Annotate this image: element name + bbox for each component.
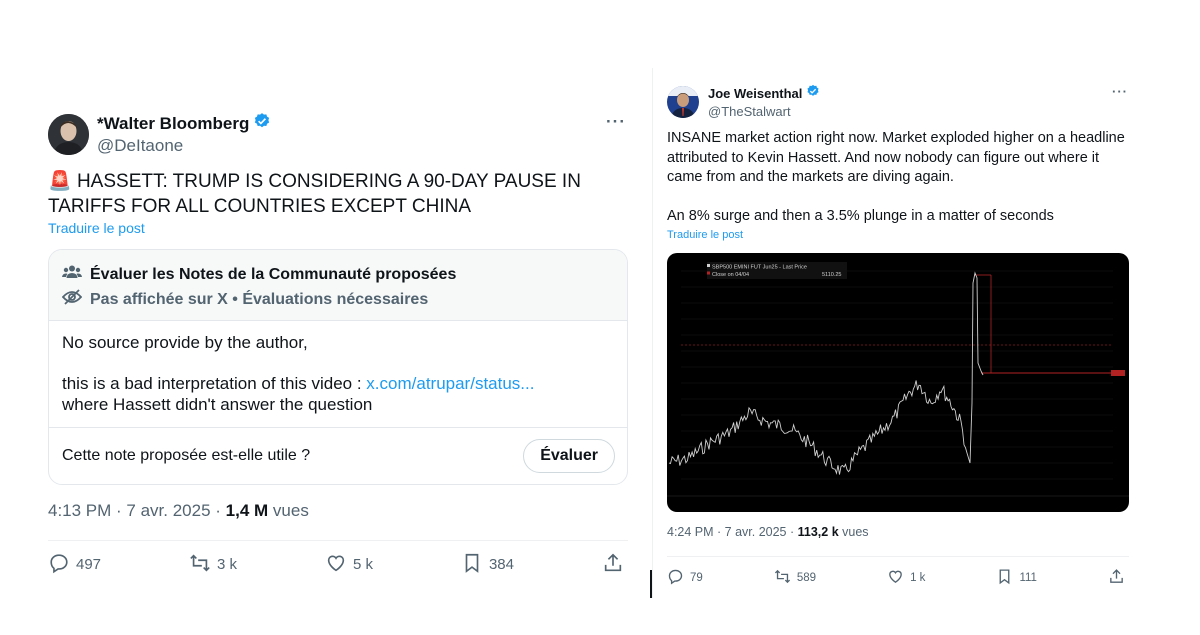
display-name[interactable]: *Walter Bloomberg [97,114,249,134]
tweet-meta: 4:24 PM · 7 avr. 2025 · 113,2 k vues [667,525,869,539]
alert-siren-icon: 🚨 [48,171,72,192]
share-icon [1108,568,1125,588]
tweet-paragraph-1: INSANE market action right now. Market e… [667,130,1125,185]
tweet-header: *Walter Bloomberg @DeItaone [48,112,271,156]
like-count: 5 k [352,556,373,573]
share-button[interactable] [1108,568,1125,588]
handle[interactable]: @TheStalwart [708,104,820,119]
price-chart-image[interactable]: SBP500 EMINI FUT Jun25 - Last Price Clos… [667,253,1129,512]
tweet-paragraph-2: An 8% surge and then a 3.5% plunge in a … [667,207,1054,224]
views-label: vues [838,525,869,539]
like-count: 1 k [910,571,926,584]
community-note-header: Évaluer les Notes de la Communauté propo… [49,250,627,321]
bookmark-button[interactable]: 384 [461,552,514,578]
repost-button[interactable]: 3 k [189,552,237,578]
display-name[interactable]: Joe Weisenthal [708,86,802,101]
community-note-status: Pas affichée sur X • Évaluations nécessa… [90,290,429,308]
repost-count: 589 [796,571,817,584]
bookmark-button[interactable]: 111 [996,568,1037,588]
avatar[interactable] [48,113,89,155]
rate-note-button[interactable]: Évaluer [523,439,615,473]
community-note: Évaluer les Notes de la Communauté propo… [48,249,628,485]
tweet-walter-bloomberg: *Walter Bloomberg @DeItaone ··· 🚨 HASSET… [32,100,644,600]
verified-badge-icon [806,84,820,103]
translate-link[interactable]: Traduire le post [667,229,743,241]
tweet-timestamp[interactable]: 4:13 PM · 7 avr. 2025 · [48,501,226,520]
bookmark-count: 111 [1019,571,1037,584]
reply-icon [48,552,70,578]
tweet-timestamp[interactable]: 4:24 PM · 7 avr. 2025 · [667,525,798,539]
reply-icon [667,568,684,588]
tweet-text: INSANE market action right now. Market e… [667,129,1129,226]
chart-grid [667,270,1129,497]
reply-button[interactable]: 497 [48,552,101,578]
tweet-joe-weisenthal: Joe Weisenthal @TheStalwart ··· INSANE m… [652,68,1142,598]
chart-svg: SBP500 EMINI FUT Jun25 - Last Price Clos… [667,262,1129,497]
note-line-3: where Hassett didn't answer the question [62,395,373,414]
eye-off-icon [61,289,83,310]
community-note-body: No source provide by the author, this is… [49,321,627,428]
avatar[interactable] [667,85,699,118]
reply-button[interactable]: 79 [667,568,703,588]
legend-value: 5110.25 [822,272,841,278]
verified-badge-icon [253,112,271,135]
heart-icon [887,568,904,588]
view-count: 1,4 M [225,501,269,520]
users-icon [62,264,82,285]
last-price-tag [1111,370,1125,376]
like-button[interactable]: 5 k [325,552,373,578]
bookmark-icon [996,568,1013,588]
note-helpful-question: Cette note proposée est-elle utile ? [62,447,311,464]
note-line-1: No source provide by the author, [62,333,308,352]
tweet-header: Joe Weisenthal @TheStalwart [667,84,820,119]
repost-icon [774,568,791,588]
share-icon [602,552,624,578]
views-label: vues [268,501,309,520]
repost-button[interactable]: 589 [774,568,816,588]
more-options-icon[interactable]: ··· [1112,84,1128,99]
tweet-text: 🚨 HASSETT: TRUMP IS CONSIDERING A 90-DAY… [48,169,628,219]
more-options-icon[interactable]: ··· [606,112,626,132]
heart-icon [325,552,347,578]
repost-count: 3 k [217,556,238,573]
tweet-text-content: HASSETT: TRUMP IS CONSIDERING A 90-DAY P… [48,171,581,217]
action-bar: 497 3 k 5 k 384 [48,540,628,586]
tweet-meta: 4:13 PM · 7 avr. 2025 · 1,4 M vues [48,501,309,521]
legend-title: SBP500 EMINI FUT Jun25 - Last Price [712,265,807,271]
like-button[interactable]: 1 k [887,568,925,588]
legend-subtitle: Close on 04/04 [712,272,749,278]
share-button[interactable] [602,552,624,578]
bookmark-icon [461,552,483,578]
action-bar: 79 589 1 k 111 [667,556,1129,592]
note-line-2: this is a bad interpretation of this vid… [62,374,367,393]
view-count: 113,2 k [797,525,839,539]
note-source-link[interactable]: x.com/atrupar/status... [366,374,534,393]
translate-link[interactable]: Traduire le post [48,220,145,236]
reply-count: 79 [690,571,703,584]
reply-count: 497 [76,556,102,573]
handle[interactable]: @DeItaone [97,136,271,156]
bookmark-count: 384 [488,556,514,573]
community-note-footer: Cette note proposée est-elle utile ? Éva… [49,428,627,484]
chart-legend: SBP500 EMINI FUT Jun25 - Last Price Clos… [707,262,847,279]
community-note-title: Évaluer les Notes de la Communauté propo… [90,265,457,283]
repost-icon [189,552,211,578]
